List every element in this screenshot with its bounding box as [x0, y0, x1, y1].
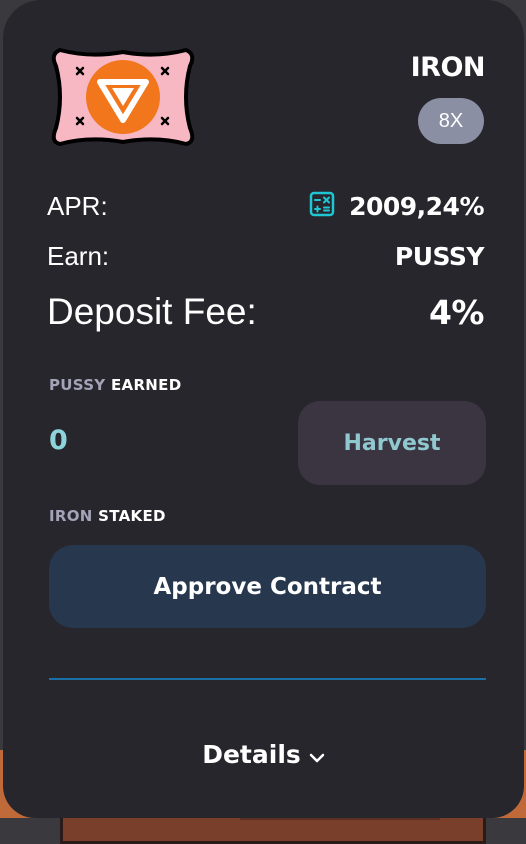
apr-label: APR: [47, 190, 108, 221]
apr-value-group: 2009,24% [309, 191, 484, 221]
details-label: Details [202, 739, 301, 769]
pair-title: IRON [410, 52, 486, 83]
chevron-down-icon [309, 740, 325, 769]
deposit-fee-row: Deposit Fee: 4% [47, 288, 485, 336]
approve-contract-button[interactable]: Approve Contract [49, 545, 486, 628]
earn-value: PUSSY [394, 241, 485, 271]
divider [49, 678, 486, 680]
earned-word: EARNED [111, 376, 182, 394]
deposit-fee-label: Deposit Fee: [47, 291, 257, 332]
deposit-fee-value: 4% [428, 292, 485, 332]
iron-token-logo [50, 44, 196, 150]
earn-label: Earn: [47, 240, 110, 271]
apr-row: APR: 2009,24% [47, 186, 484, 226]
apr-value: 2009,24% [349, 191, 484, 221]
staked-word: STAKED [98, 507, 166, 525]
staked-section-label: IRON STAKED [49, 507, 166, 525]
earn-row: Earn: PUSSY [47, 236, 485, 276]
details-toggle[interactable]: Details [3, 737, 524, 771]
earned-section-label: PUSSY EARNED [49, 376, 181, 394]
staked-token-name: IRON [49, 507, 93, 525]
calculator-icon[interactable] [309, 191, 335, 221]
earned-amount: 0 [49, 425, 68, 456]
farm-card: IRON 8X APR: 2009,24% Earn: PUSSY Deposi… [3, 0, 524, 818]
earned-token-name: PUSSY [49, 376, 106, 394]
multiplier-badge: 8X [418, 98, 484, 144]
harvest-button[interactable]: Harvest [298, 401, 486, 485]
